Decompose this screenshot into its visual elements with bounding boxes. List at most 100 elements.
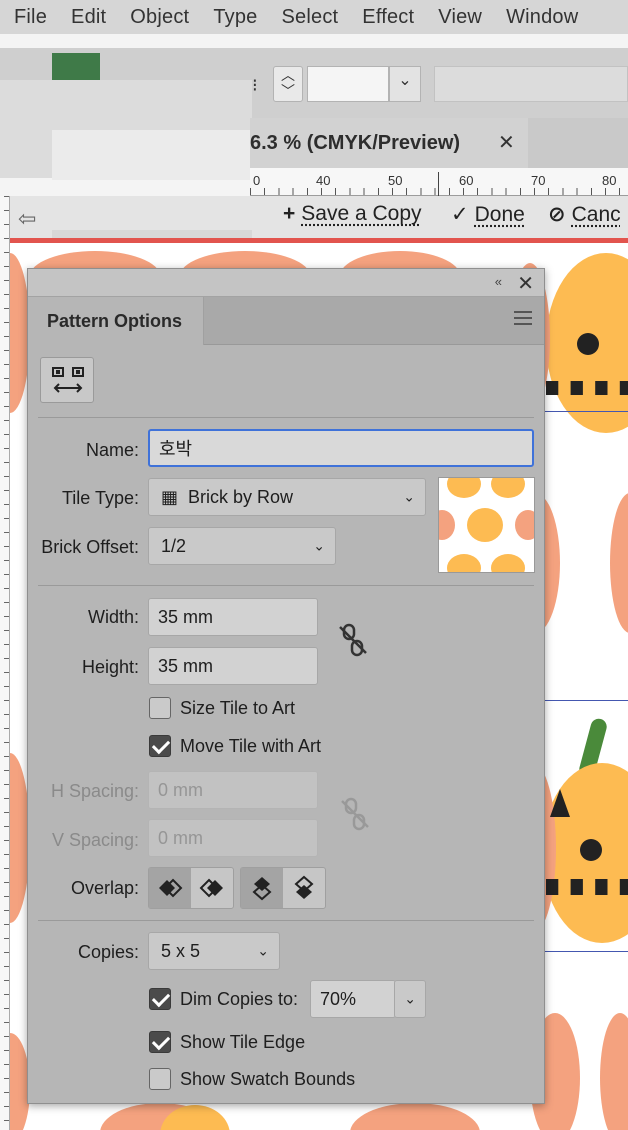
bottom-in-front-icon[interactable] — [283, 868, 325, 908]
close-panel-icon[interactable]: ✕ — [517, 271, 534, 296]
ruler-label: 0 — [253, 173, 261, 188]
brick-by-row-icon: ▦ — [161, 486, 179, 507]
menu-select[interactable]: Select — [269, 6, 350, 29]
brick-offset-value: 1/2 — [161, 535, 187, 556]
dim-copies-checkbox[interactable] — [149, 988, 171, 1010]
tile-type-label: Tile Type: — [61, 488, 139, 508]
height-field[interactable]: 35 mm — [148, 647, 318, 685]
h-spacing-field[interactable]: 0 mm — [148, 771, 318, 809]
blurred-region-2 — [52, 130, 252, 180]
move-tile-with-art-checkbox[interactable] — [149, 735, 171, 757]
chevron-down-icon: ⌄ — [313, 537, 325, 554]
save-a-copy-button[interactable]: + Save a Copy — [283, 202, 422, 226]
chevron-down-icon: ⌄ — [404, 990, 416, 1007]
menu-edit[interactable]: Edit — [59, 6, 118, 29]
divider — [38, 585, 534, 586]
size-tile-to-art-label: Size Tile to Art — [180, 698, 296, 718]
width-label: Width: — [87, 607, 139, 627]
width-field[interactable]: 35 mm — [148, 598, 318, 636]
tile-edge-line — [545, 700, 628, 701]
pumpkin-nose — [580, 839, 602, 861]
h-spacing-label: H Spacing: — [50, 781, 139, 801]
stroke-stepper[interactable]: ︿ ﹀ — [273, 66, 303, 102]
preview-pumpkin — [467, 508, 503, 542]
control-separator-icon: ⁝ — [252, 75, 258, 95]
name-field[interactable]: 호박 — [148, 429, 534, 467]
v-spacing-field[interactable]: 0 mm — [148, 819, 318, 857]
brick-offset-dropdown[interactable]: 1/2 ⌄ — [148, 527, 336, 565]
copies-value: 5 x 5 — [161, 940, 201, 961]
pattern-tile-tool-button[interactable] — [40, 357, 94, 403]
dim-copies-dropdown[interactable]: ⌄ — [394, 980, 426, 1018]
menu-file[interactable]: File — [0, 6, 59, 29]
stepper-down-icon[interactable]: ﹀ — [274, 83, 302, 99]
horizontal-ruler[interactable]: 0 40 50 60 70 80 — [250, 168, 628, 196]
preview-pumpkin — [439, 510, 455, 540]
stroke-weight-dropdown[interactable]: ⌄ — [389, 66, 421, 102]
document-tab[interactable]: 6.3 % (CMYK/Preview) ✕ — [250, 118, 528, 168]
stepper-up-icon[interactable]: ︿ — [274, 67, 302, 83]
pattern-swatch-preview — [438, 477, 535, 573]
ruler-label: 40 — [316, 173, 331, 188]
close-tab-icon[interactable]: ✕ — [498, 130, 515, 155]
preview-pumpkin — [491, 478, 525, 498]
copies-dropdown[interactable]: 5 x 5 ⌄ — [148, 932, 280, 970]
move-tile-with-art-label: Move Tile with Art — [180, 736, 322, 756]
preview-pumpkin — [515, 510, 534, 540]
copies-label: Copies: — [77, 942, 139, 962]
pumpkin-eye — [577, 333, 599, 355]
top-in-front-icon[interactable] — [241, 868, 283, 908]
panel-tab-strip — [204, 297, 544, 345]
menu-object[interactable]: Object — [118, 6, 201, 29]
name-label: Name: — [85, 440, 139, 460]
ruler-label: 70 — [531, 173, 546, 188]
done-button[interactable]: ✓ Done — [451, 202, 525, 227]
back-arrow-icon[interactable]: ⇦ — [18, 206, 36, 232]
height-value: 35 mm — [158, 655, 214, 676]
tile-edge-line — [545, 411, 628, 412]
show-swatch-bounds-label: Show Swatch Bounds — [180, 1069, 356, 1089]
tab-pattern-options[interactable]: Pattern Options — [34, 297, 204, 345]
name-value: 호박 — [159, 439, 193, 459]
menu-type[interactable]: Type — [201, 6, 269, 29]
preview-pumpkin — [491, 554, 525, 572]
cancel-button[interactable]: ⊘ Canc — [548, 202, 621, 227]
h-spacing-value: 0 mm — [158, 779, 203, 800]
menu-effect[interactable]: Effect — [350, 6, 426, 29]
menu-window[interactable]: Window — [494, 6, 590, 29]
ruler-label: 80 — [602, 173, 617, 188]
right-in-front-icon[interactable] — [191, 868, 233, 908]
menu-view[interactable]: View — [426, 6, 494, 29]
show-swatch-bounds-checkbox[interactable] — [149, 1068, 171, 1090]
panel-menu-icon[interactable] — [514, 311, 532, 325]
preview-pumpkin — [447, 554, 481, 572]
ruler-label: 50 — [388, 173, 403, 188]
pattern-tile-tool-icon — [52, 367, 84, 393]
variable-width-field[interactable] — [434, 66, 628, 102]
pattern-options-panel: « ✕ Pattern Options Name: 호박 Tile Type: … — [27, 268, 545, 1104]
ruler-cursor-marker — [438, 172, 439, 196]
constrain-proportions-icon[interactable] — [336, 621, 370, 659]
show-tile-edge-label: Show Tile Edge — [180, 1032, 306, 1052]
left-in-front-icon[interactable] — [149, 868, 191, 908]
vertical-ruler[interactable] — [0, 196, 10, 1130]
brick-offset-label: Brick Offset: — [41, 537, 139, 557]
collapse-panel-icon[interactable]: « — [495, 274, 502, 289]
cancel-icon: ⊘ — [548, 203, 566, 226]
chevron-down-icon: ⌄ — [403, 488, 415, 505]
checkmark-icon: ✓ — [451, 203, 469, 226]
divider — [38, 417, 534, 418]
v-spacing-value: 0 mm — [158, 827, 203, 848]
save-a-copy-label: Save a Copy — [301, 202, 422, 225]
tile-type-dropdown[interactable]: ▦ Brick by Row ⌄ — [148, 478, 426, 516]
panel-titlebar[interactable]: « ✕ — [28, 269, 544, 297]
dim-copies-field[interactable]: 70% — [310, 980, 396, 1018]
panel-title: Pattern Options — [47, 311, 183, 331]
show-tile-edge-checkbox[interactable] — [149, 1031, 171, 1053]
size-tile-to-art-checkbox[interactable] — [149, 697, 171, 719]
chevron-down-icon: ⌄ — [257, 942, 269, 959]
preview-pumpkin — [447, 478, 481, 498]
constrain-spacing-icon[interactable] — [338, 795, 372, 833]
stroke-weight-field[interactable] — [307, 66, 389, 102]
overlap-label: Overlap: — [70, 878, 139, 898]
